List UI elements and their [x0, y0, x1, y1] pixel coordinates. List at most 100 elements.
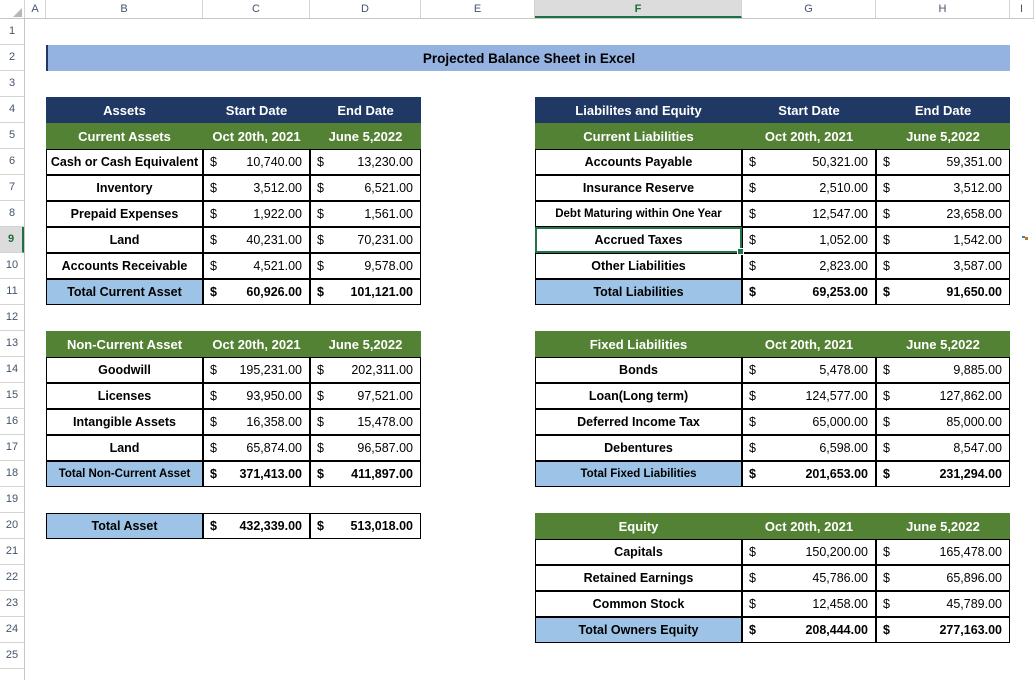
row-label-cell[interactable]: Debentures [535, 435, 742, 461]
row-header-4[interactable]: 4 [0, 97, 24, 123]
row-header-11[interactable]: 11 [0, 279, 24, 305]
row-start-value-cell[interactable]: $3,512.00 [203, 175, 310, 201]
total-label-cell[interactable]: Total Fixed Liabilities [535, 461, 742, 487]
total-start-value-cell[interactable]: $69,253.00 [742, 279, 876, 305]
row-end-value-cell[interactable]: $127,862.00 [876, 383, 1010, 409]
cell-grid[interactable]: Projected Balance Sheet in Excel Assets St… [25, 19, 1034, 680]
row-label-cell[interactable]: Accrued Taxes [535, 227, 742, 253]
row-label-cell[interactable]: Inventory [46, 175, 203, 201]
row-end-value-cell[interactable]: $6,521.00 [310, 175, 421, 201]
row-header-9[interactable]: 9 [0, 227, 24, 253]
total-asset-end-value-cell[interactable]: $513,018.00 [310, 513, 421, 539]
row-end-value-cell[interactable]: $8,547.00 [876, 435, 1010, 461]
header-start-date-cell[interactable]: Start Date [742, 97, 876, 123]
row-start-value-cell[interactable]: $2,510.00 [742, 175, 876, 201]
column-header-g[interactable]: G [742, 0, 876, 18]
row-label-cell[interactable]: Capitals [535, 539, 742, 565]
row-start-value-cell[interactable]: $12,547.00 [742, 201, 876, 227]
row-end-value-cell[interactable]: $15,478.00 [310, 409, 421, 435]
header-label-cell[interactable]: Fixed Liabilities [535, 331, 742, 357]
row-start-value-cell[interactable]: $2,823.00 [742, 253, 876, 279]
row-header-21[interactable]: 21 [0, 539, 24, 565]
row-label-cell[interactable]: Cash or Cash Equivalent [46, 149, 203, 175]
sheet-title-banner[interactable]: Projected Balance Sheet in Excel [46, 45, 1010, 71]
row-label-cell[interactable]: Retained Earnings [535, 565, 742, 591]
row-header-18[interactable]: 18 [0, 461, 24, 487]
row-start-value-cell[interactable]: $195,231.00 [203, 357, 310, 383]
row-label-cell[interactable]: Prepaid Expenses [46, 201, 203, 227]
row-header-22[interactable]: 22 [0, 565, 24, 591]
row-header-14[interactable]: 14 [0, 357, 24, 383]
row-end-value-cell[interactable]: $85,000.00 [876, 409, 1010, 435]
row-header-13[interactable]: 13 [0, 331, 24, 357]
row-end-value-cell[interactable]: $45,789.00 [876, 591, 1010, 617]
row-label-cell[interactable]: Accounts Payable [535, 149, 742, 175]
subheader-label-cell[interactable]: Current Assets [46, 123, 203, 149]
row-end-value-cell[interactable]: $202,311.00 [310, 357, 421, 383]
header-start-date-cell[interactable]: Oct 20th, 2021 [742, 331, 876, 357]
row-header-6[interactable]: 6 [0, 149, 24, 175]
column-header-f[interactable]: F [535, 0, 742, 18]
total-start-value-cell[interactable]: $201,653.00 [742, 461, 876, 487]
row-end-value-cell[interactable]: $3,512.00 [876, 175, 1010, 201]
total-start-value-cell[interactable]: $371,413.00 [203, 461, 310, 487]
row-end-value-cell[interactable]: $1,561.00 [310, 201, 421, 227]
row-start-value-cell[interactable]: $45,786.00 [742, 565, 876, 591]
row-end-value-cell[interactable]: $13,230.00 [310, 149, 421, 175]
header-end-date-cell[interactable]: June 5,2022 [310, 331, 421, 357]
header-end-date-cell[interactable]: End Date [310, 97, 421, 123]
column-header-a[interactable]: A [25, 0, 46, 18]
row-end-value-cell[interactable]: $165,478.00 [876, 539, 1010, 565]
row-header-8[interactable]: 8 [0, 201, 24, 227]
row-start-value-cell[interactable]: $50,321.00 [742, 149, 876, 175]
column-header-strip[interactable]: ABCDEFGHI [0, 0, 1034, 19]
total-start-value-cell[interactable]: $60,926.00 [203, 279, 310, 305]
row-end-value-cell[interactable]: $1,542.00 [876, 227, 1010, 253]
total-end-value-cell[interactable]: $91,650.00 [876, 279, 1010, 305]
total-end-value-cell[interactable]: $101,121.00 [310, 279, 421, 305]
column-header-b[interactable]: B [46, 0, 203, 18]
row-header-2[interactable]: 2 [0, 45, 24, 71]
header-end-date-cell[interactable]: End Date [876, 97, 1010, 123]
total-label-cell[interactable]: Total Non-Current Asset [46, 461, 203, 487]
row-header-20[interactable]: 20 [0, 513, 24, 539]
subheader-end-date-cell[interactable]: June 5,2022 [876, 123, 1010, 149]
total-end-value-cell[interactable]: $231,294.00 [876, 461, 1010, 487]
row-end-value-cell[interactable]: $3,587.00 [876, 253, 1010, 279]
row-header-3[interactable]: 3 [0, 71, 24, 97]
row-start-value-cell[interactable]: $1,922.00 [203, 201, 310, 227]
row-start-value-cell[interactable]: $1,052.00 [742, 227, 876, 253]
row-label-cell[interactable]: Licenses [46, 383, 203, 409]
total-start-value-cell[interactable]: $208,444.00 [742, 617, 876, 643]
row-label-cell[interactable]: Deferred Income Tax [535, 409, 742, 435]
subheader-start-date-cell[interactable]: Oct 20th, 2021 [742, 123, 876, 149]
column-header-c[interactable]: C [203, 0, 310, 18]
row-start-value-cell[interactable]: $5,478.00 [742, 357, 876, 383]
header-end-date-cell[interactable]: June 5,2022 [876, 513, 1010, 539]
column-header-i[interactable]: I [1010, 0, 1034, 18]
row-header-1[interactable]: 1 [0, 19, 24, 45]
row-header-16[interactable]: 16 [0, 409, 24, 435]
row-start-value-cell[interactable]: $65,874.00 [203, 435, 310, 461]
row-header-12[interactable]: 12 [0, 305, 24, 331]
header-label-cell[interactable]: Non-Current Asset [46, 331, 203, 357]
row-start-value-cell[interactable]: $16,358.00 [203, 409, 310, 435]
total-end-value-cell[interactable]: $277,163.00 [876, 617, 1010, 643]
row-label-cell[interactable]: Other Liabilities [535, 253, 742, 279]
total-end-value-cell[interactable]: $411,897.00 [310, 461, 421, 487]
row-label-cell[interactable]: Land [46, 227, 203, 253]
row-end-value-cell[interactable]: $23,658.00 [876, 201, 1010, 227]
row-start-value-cell[interactable]: $124,577.00 [742, 383, 876, 409]
column-header-e[interactable]: E [421, 0, 535, 18]
row-header-17[interactable]: 17 [0, 435, 24, 461]
row-end-value-cell[interactable]: $65,896.00 [876, 565, 1010, 591]
total-asset-label-cell[interactable]: Total Asset [46, 513, 203, 539]
row-start-value-cell[interactable]: $93,950.00 [203, 383, 310, 409]
row-start-value-cell[interactable]: $12,458.00 [742, 591, 876, 617]
total-label-cell[interactable]: Total Owners Equity [535, 617, 742, 643]
row-label-cell[interactable]: Bonds [535, 357, 742, 383]
subheader-label-cell[interactable]: Current Liabilities [535, 123, 742, 149]
row-header-19[interactable]: 19 [0, 487, 24, 513]
row-header-10[interactable]: 10 [0, 253, 24, 279]
header-start-date-cell[interactable]: Oct 20th, 2021 [742, 513, 876, 539]
